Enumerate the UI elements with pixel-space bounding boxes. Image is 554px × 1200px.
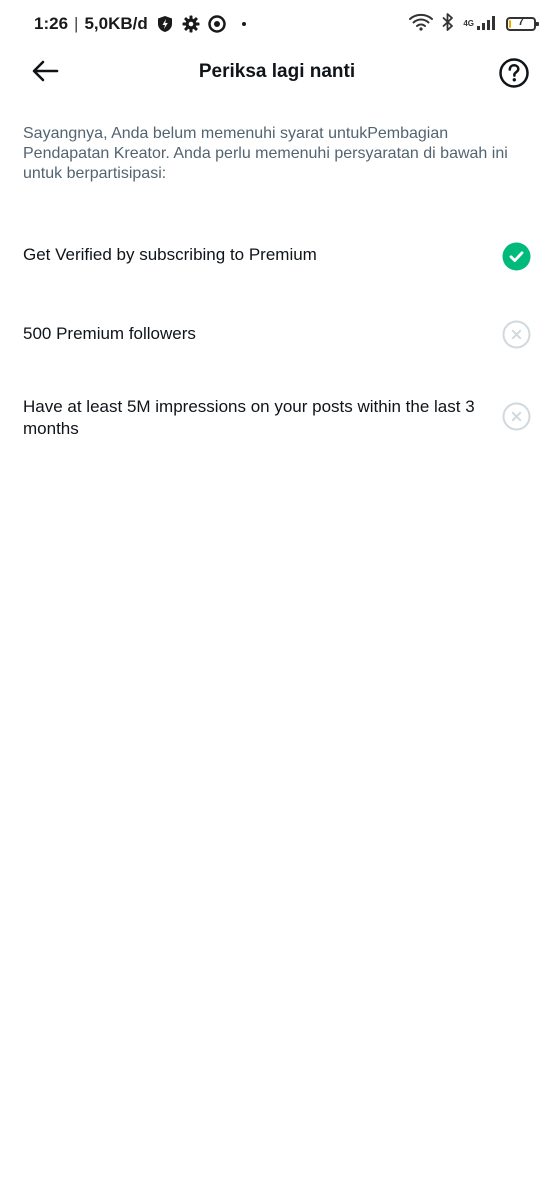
status-network-speed: 5,0KB/d [84, 14, 148, 33]
status-bar-left: 1:26 | 5,0KB/d [34, 12, 246, 36]
x-circle-icon [502, 320, 531, 349]
gear-icon [182, 15, 200, 33]
top-app-bar: Periksa lagi nanti [0, 48, 554, 98]
list-item: Get Verified by subscribing to Premium [23, 241, 531, 271]
requirement-label: Get Verified by subscribing to Premium [23, 245, 317, 264]
status-bar: 1:26 | 5,0KB/d 4G 7 [0, 0, 554, 48]
signal-icon [476, 14, 498, 35]
eligibility-intro-text: Sayangnya, Anda belum memenuhi syarat un… [23, 125, 508, 182]
requirement-label: 500 Premium followers [23, 324, 196, 343]
wifi-icon [409, 13, 434, 36]
status-time: 1:26 [34, 14, 69, 33]
shield-bolt-icon [156, 15, 174, 33]
battery-icon: 7 [506, 16, 539, 31]
list-item: 500 Premium followers [23, 320, 531, 350]
status-separator: | [74, 14, 79, 33]
x-circle-icon [502, 402, 531, 431]
question-circle-icon [498, 58, 530, 93]
bluetooth-icon [441, 12, 455, 37]
network-type-label: 4G [463, 19, 474, 28]
page-title: Periksa lagi nanti [198, 61, 356, 82]
battery-level: 7 [517, 16, 525, 28]
check-circle-icon [502, 242, 531, 271]
notification-dot [241, 22, 246, 26]
list-item: Have at least 5M impressions on your pos… [23, 396, 531, 442]
status-bar-right: 4G 7 [401, 12, 539, 37]
target-icon [208, 15, 226, 33]
requirement-label: Have at least 5M impressions on your pos… [23, 397, 475, 438]
help-button[interactable] [498, 57, 530, 89]
